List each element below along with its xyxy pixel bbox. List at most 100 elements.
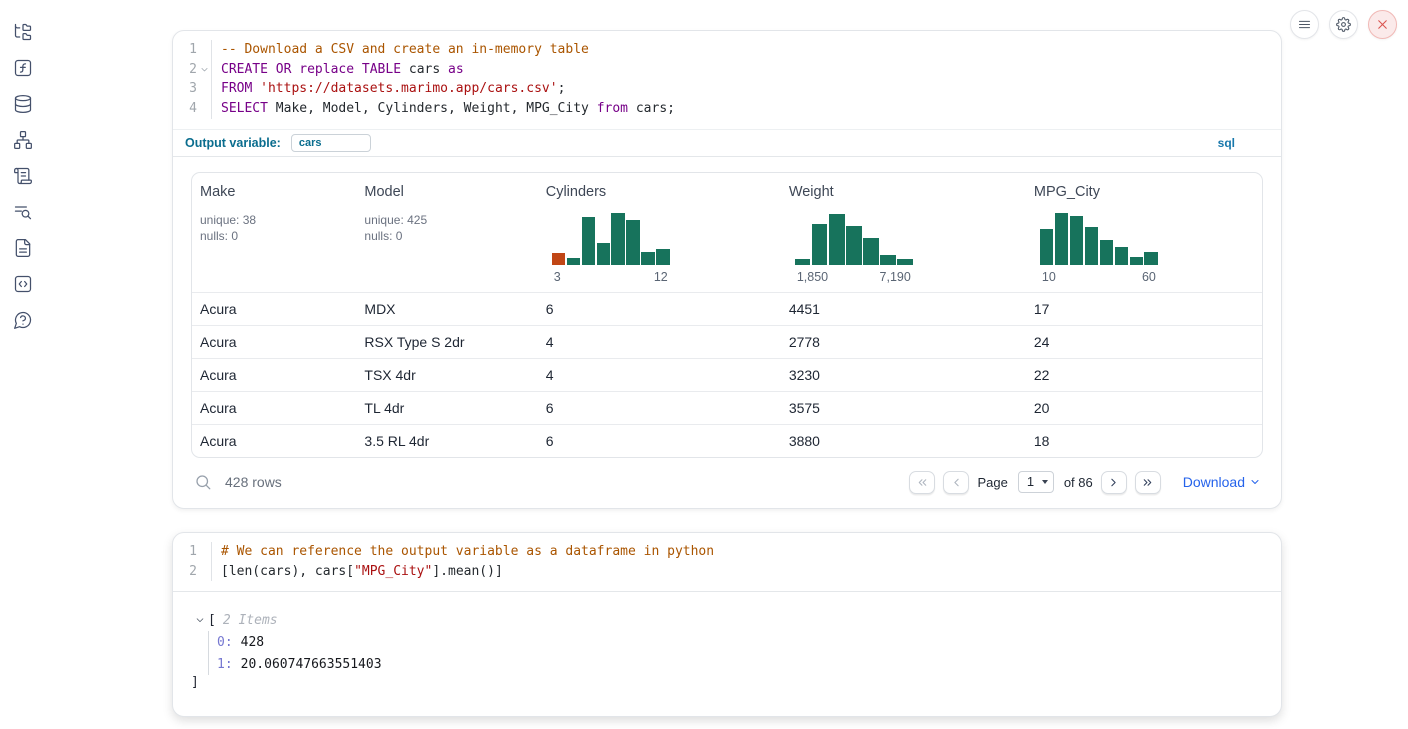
column-histogram: 1060 [1040, 213, 1158, 284]
python-code-editor[interactable]: 1# We can reference the output variable … [173, 533, 1281, 591]
histogram-bar [567, 258, 580, 265]
chevron-down-icon [1249, 476, 1261, 488]
menu-icon [1297, 17, 1312, 32]
table-body: AcuraMDX6445117AcuraRSX Type S 2dr427782… [192, 292, 1262, 457]
gear-icon [1336, 17, 1351, 32]
function-icon[interactable] [13, 58, 33, 78]
row-count-label: 428 rows [225, 474, 282, 490]
cars-data-table: Make unique: 38nulls: 0 Model unique: 425nu… [191, 172, 1263, 458]
notebook-area: 1-- Download a CSV and create an in-memo… [172, 30, 1282, 717]
page-select[interactable]: 1 [1018, 471, 1054, 493]
sql-output-section: Make unique: 38nulls: 0 Model unique: 425nu… [173, 157, 1281, 458]
column-stats: unique: 38nulls: 0 [200, 212, 348, 245]
table-cell: 6 [538, 400, 781, 416]
logs-scroll-icon[interactable] [13, 166, 33, 186]
pagination: Page 1 of 86 Download [909, 471, 1261, 494]
document-icon[interactable] [13, 238, 33, 258]
help-icon[interactable] [13, 310, 33, 330]
histogram-bar [1144, 252, 1157, 265]
code-line[interactable]: 4SELECT Make, Model, Cylinders, Weight, … [173, 99, 1281, 119]
code-line[interactable]: 1# We can reference the output variable … [173, 542, 1281, 562]
code-line[interactable]: 1-- Download a CSV and create an in-memo… [173, 40, 1281, 60]
table-cell: 22 [1026, 367, 1262, 383]
table-cell: 3575 [781, 400, 1026, 416]
column-label: Model [364, 184, 529, 200]
code-text[interactable]: SELECT Make, Model, Cylinders, Weight, M… [211, 99, 1281, 119]
code-line[interactable]: 2CREATE OR replace TABLE cars as [173, 60, 1281, 80]
cell-language-badge: sql [1218, 136, 1269, 150]
histogram-bar [829, 214, 845, 264]
notebook-actions [1290, 10, 1397, 39]
code-text[interactable]: [len(cars), cars["MPG_City"].mean()] [211, 562, 1281, 582]
tree-open-bracket: [ [208, 613, 216, 628]
table-row[interactable]: AcuraTSX 4dr4323022 [192, 358, 1262, 391]
histogram-bar [812, 224, 828, 265]
column-header-make[interactable]: Make unique: 38nulls: 0 [192, 173, 356, 292]
python-cell: 1# We can reference the output variable … [172, 532, 1282, 717]
shutdown-button[interactable] [1368, 10, 1397, 39]
table-cell: 6 [538, 301, 781, 317]
next-page-button[interactable] [1101, 471, 1127, 494]
line-number: 1 [173, 40, 211, 60]
search-icon [194, 473, 212, 491]
previous-page-button[interactable] [943, 471, 969, 494]
chevrons-right-icon [1141, 476, 1154, 489]
tree-collapse-toggle[interactable] [195, 615, 205, 625]
code-line[interactable]: 2[len(cars), cars["MPG_City"].mean()] [173, 562, 1281, 582]
histogram-bar [626, 220, 639, 265]
line-number: 3 [173, 79, 211, 99]
table-header-row: Make unique: 38nulls: 0 Model unique: 425nu… [192, 173, 1262, 292]
chevron-right-icon [1107, 476, 1120, 489]
code-line[interactable]: 3FROM 'https://datasets.marimo.app/cars.… [173, 79, 1281, 99]
code-text[interactable]: CREATE OR replace TABLE cars as [211, 60, 1281, 80]
histogram-bar [1100, 240, 1113, 264]
column-header-mpg_city[interactable]: MPG_City1060 [1026, 173, 1262, 292]
table-cell: 24 [1026, 334, 1262, 350]
settings-button[interactable] [1329, 10, 1358, 39]
column-label: Make [200, 184, 348, 200]
column-stats: unique: 425nulls: 0 [364, 212, 529, 245]
chevrons-left-icon [916, 476, 929, 489]
list-search-icon[interactable] [13, 202, 33, 222]
column-histogram: 1,8507,190 [795, 213, 913, 284]
column-header-weight[interactable]: Weight1,8507,190 [781, 173, 1026, 292]
tree-item-key: 0: [217, 635, 233, 650]
first-page-button[interactable] [909, 471, 935, 494]
table-search-button[interactable] [194, 473, 212, 491]
dependency-graph-icon[interactable] [13, 130, 33, 150]
last-page-button[interactable] [1135, 471, 1161, 494]
histogram-bar [846, 226, 862, 265]
sql-code-editor[interactable]: 1-- Download a CSV and create an in-memo… [173, 31, 1281, 129]
output-variable-input[interactable] [291, 134, 371, 152]
tree-item-key: 1: [217, 657, 233, 672]
tree-items: 0: 428 1: 20.060747663551403 [208, 631, 1263, 675]
histogram-bar [597, 243, 610, 265]
histogram-axis: 1,8507,190 [795, 270, 913, 284]
table-row[interactable]: Acura3.5 RL 4dr6388018 [192, 424, 1262, 457]
download-button[interactable]: Download [1183, 474, 1261, 490]
file-tree-icon[interactable] [13, 22, 33, 42]
table-row[interactable]: AcuraMDX6445117 [192, 292, 1262, 325]
line-number: 2 [173, 60, 211, 80]
menu-button[interactable] [1290, 10, 1319, 39]
table-row[interactable]: AcuraTL 4dr6357520 [192, 391, 1262, 424]
histogram-bar [1070, 216, 1083, 264]
database-icon[interactable] [13, 94, 33, 114]
tree-item: 0: 428 [217, 631, 1263, 653]
code-text[interactable]: FROM 'https://datasets.marimo.app/cars.c… [211, 79, 1281, 99]
table-row[interactable]: AcuraRSX Type S 2dr4277824 [192, 325, 1262, 358]
code-text[interactable]: -- Download a CSV and create an in-memor… [211, 40, 1281, 60]
table-cell: Acura [192, 367, 356, 383]
output-variable-row: Output variable: sql [173, 129, 1281, 156]
code-text[interactable]: # We can reference the output variable a… [211, 542, 1281, 562]
table-cell: 18 [1026, 433, 1262, 449]
python-output: [ 2 Items 0: 428 1: 20.060747663551403 ] [173, 592, 1281, 716]
line-number: 1 [173, 542, 211, 562]
column-header-model[interactable]: Model unique: 425nulls: 0 [356, 173, 537, 292]
snippets-icon[interactable] [13, 274, 33, 294]
table-cell: Acura [192, 400, 356, 416]
table-cell: 20 [1026, 400, 1262, 416]
fold-chevron-icon[interactable] [197, 60, 211, 80]
column-header-cylinders[interactable]: Cylinders312 [538, 173, 781, 292]
table-cell: 3.5 RL 4dr [356, 433, 537, 449]
